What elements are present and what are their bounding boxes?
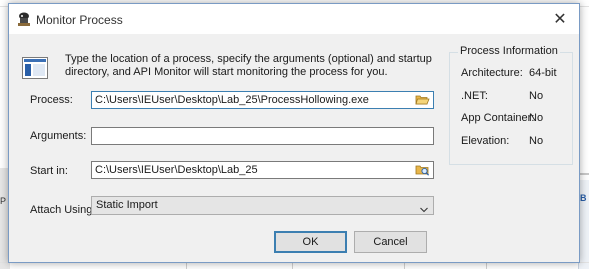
folder-browse-icon[interactable] [415,163,430,176]
dotnet-value: No [529,90,544,102]
close-icon: ✕ [553,11,567,28]
info-panel-icon [22,57,48,79]
process-information-title: Process Information [458,45,560,57]
elevation-value: No [529,135,544,147]
title-bar[interactable]: Monitor Process ✕ [9,4,579,34]
app-container-label: App Container: [461,112,535,124]
attach-using-value: Static Import [96,199,158,211]
attach-using-label: Attach Using: [30,204,96,216]
cancel-button[interactable]: Cancel [354,231,427,253]
process-input[interactable]: C:\Users\IEUser\Desktop\Lab_25\ProcessHo… [91,91,434,109]
bg-right-fragment: B [580,193,587,203]
attach-using-select[interactable]: Static Import [91,196,434,215]
process-information-group: Process Information Architecture: 64-bit… [449,45,573,165]
close-button[interactable]: ✕ [541,4,579,34]
dotnet-label: .NET: [461,90,488,102]
dialog-title: Monitor Process [36,13,123,27]
chevron-down-icon [420,202,428,213]
bg-left-fragment: P [0,196,7,206]
ok-button[interactable]: OK [274,231,347,253]
folder-open-icon[interactable] [415,93,430,106]
arguments-label: Arguments: [30,130,87,142]
process-value: C:\Users\IEUser\Desktop\Lab_25\ProcessHo… [95,94,369,106]
monitor-process-dialog: Monitor Process ✕ Type the location of a… [8,3,580,263]
architecture-label: Architecture: [461,67,523,79]
arguments-input[interactable] [91,127,434,145]
start-in-input[interactable]: C:\Users\IEUser\Desktop\Lab_25 [91,161,434,179]
architecture-value: 64-bit [529,67,557,79]
elevation-label: Elevation: [461,135,510,147]
intro-text: Type the location of a process, specify … [65,53,432,78]
app-container-value: No [529,112,544,124]
start-in-value: C:\Users\IEUser\Desktop\Lab_25 [95,164,258,176]
start-in-label: Start in: [30,165,68,177]
app-icon [17,12,31,27]
dialog-body: Type the location of a process, specify … [9,34,579,262]
process-label: Process: [30,94,73,106]
